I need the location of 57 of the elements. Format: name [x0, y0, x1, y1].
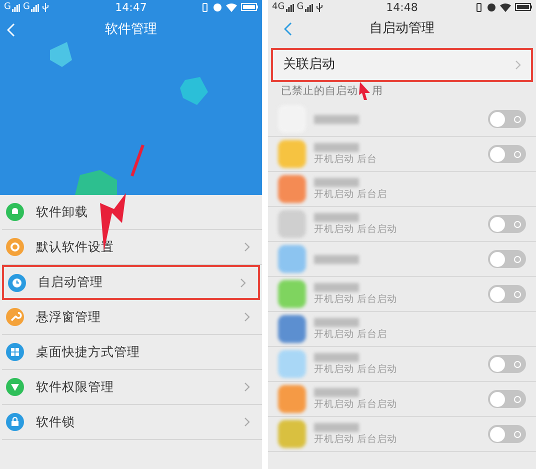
- startup-subtitle: 开机启动 后台: [314, 155, 378, 165]
- network-label: G: [4, 2, 11, 12]
- status-time: 14:47: [115, 2, 147, 12]
- signal-icon: [286, 4, 294, 12]
- screen-title: 软件管理: [105, 21, 157, 40]
- startup-subtitle: 开机启动 后台启动: [314, 400, 398, 410]
- blurred-text: [314, 254, 359, 264]
- section-label: 已禁止的自启动: [281, 84, 358, 100]
- linked-startup-row[interactable]: 关联启动: [271, 48, 533, 82]
- battery-icon: [515, 3, 532, 11]
- back-icon[interactable]: [284, 22, 292, 36]
- toggle-switch[interactable]: [488, 425, 526, 443]
- toggle-switch[interactable]: [488, 285, 526, 303]
- toggle-switch[interactable]: [488, 215, 526, 233]
- toggle-switch[interactable]: [488, 390, 526, 408]
- chevron-icon: [515, 60, 521, 70]
- startup-subtitle: 开机启动 后台启动: [314, 365, 398, 375]
- network-label: G: [296, 2, 304, 12]
- arrow-annotation: [359, 82, 371, 100]
- vibrate-icon: [475, 2, 483, 12]
- wifi-icon: [500, 2, 511, 12]
- wifi-icon: [226, 2, 237, 12]
- blurred-text: [314, 388, 359, 398]
- signal-icon: [12, 4, 20, 12]
- signal-icon: [30, 4, 39, 12]
- blurred-text: [314, 353, 359, 362]
- blurred-text: [314, 283, 359, 292]
- screen-title: 自启动管理: [370, 20, 434, 38]
- network-label: G: [22, 2, 30, 12]
- startup-subtitle: 开机启动 后台启动: [314, 295, 398, 305]
- blurred-text: [314, 213, 359, 222]
- toggle-switch[interactable]: [488, 355, 526, 373]
- startup-subtitle: 开机启动 后台启: [314, 330, 388, 340]
- blurred-text: [314, 423, 359, 432]
- usb-icon: [316, 2, 323, 12]
- blurred-text: [314, 178, 359, 188]
- toggle-switch[interactable]: [488, 145, 526, 163]
- startup-subtitle: 开机启动 后台启动: [314, 225, 398, 235]
- section-label: 用: [372, 84, 383, 100]
- vibrate-icon: [201, 2, 209, 12]
- blurred-text: [314, 114, 359, 124]
- startup-subtitle: 开机启动 后台启动: [314, 435, 398, 445]
- toggle-switch[interactable]: [488, 110, 526, 128]
- menu-item[interactable]: 自启动管理: [2, 265, 260, 300]
- startup-subtitle: 开机启动 后台启: [314, 190, 388, 200]
- menu-item[interactable]: 悬浮窗管理: [2, 300, 262, 335]
- menu-item[interactable]: 软件锁: [2, 405, 262, 440]
- usb-icon: [42, 2, 49, 12]
- signal-icon: [304, 4, 313, 12]
- battery-icon: [241, 3, 258, 11]
- network-label: 4G: [272, 2, 285, 12]
- blurred-text: [314, 318, 359, 328]
- toggle-switch[interactable]: [488, 250, 526, 268]
- blurred-text: [314, 143, 359, 152]
- menu-item[interactable]: 软件权限管理: [2, 370, 262, 405]
- menu-item[interactable]: 桌面快捷方式管理: [2, 335, 262, 370]
- status-time: 14:48: [386, 2, 418, 12]
